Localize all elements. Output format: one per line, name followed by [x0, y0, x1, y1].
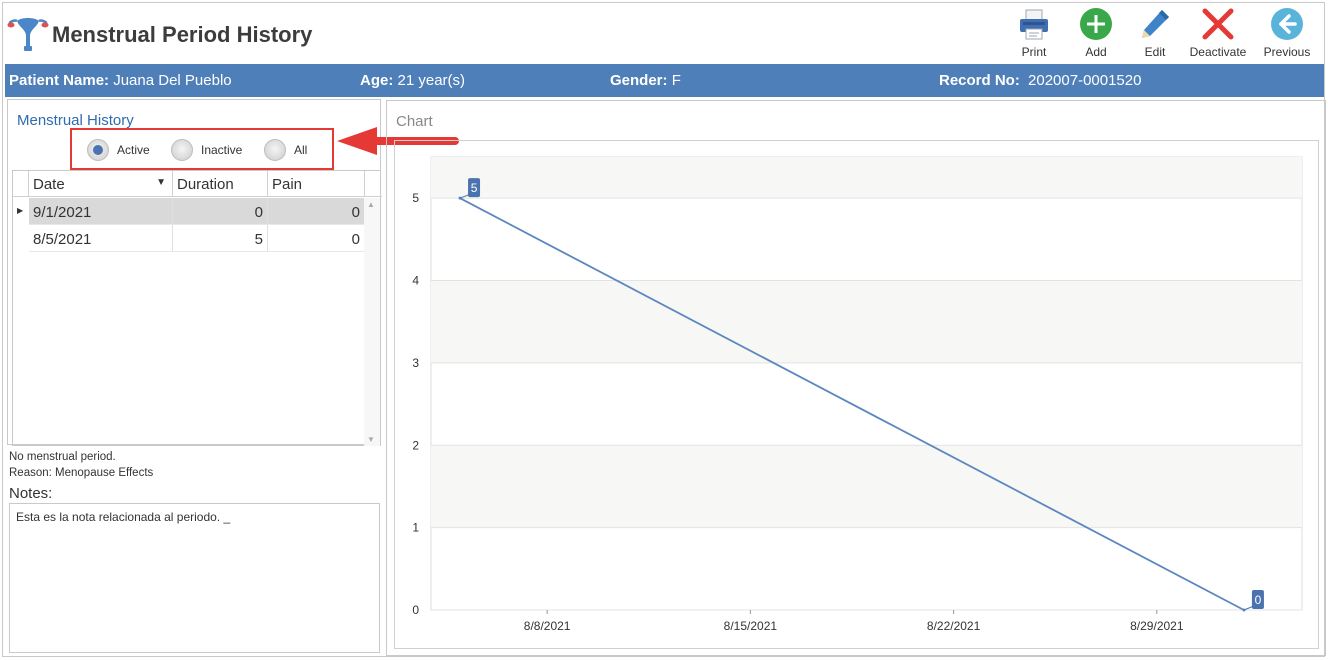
column-header-pain[interactable]: Pain	[268, 171, 365, 197]
grid-vertical-scrollbar[interactable]: ▲ ▼	[364, 198, 380, 446]
patient-age-label: Age:	[360, 72, 394, 89]
patient-gender-label: Gender:	[610, 72, 668, 89]
period-duration-line-chart: 0 1 2 3 4 5 8/8/2021 8/15/2021 8/22/2021 8/29/202…	[412, 156, 1303, 633]
history-title: Menstrual History	[17, 112, 134, 129]
app-window: Menstrual Period History Print Add Edit …	[2, 2, 1326, 657]
sort-dropdown-icon[interactable]: ▼	[156, 177, 166, 188]
notes-label: Notes:	[9, 485, 53, 502]
status-filter-radio-group: Active Inactive All	[70, 128, 334, 170]
radio-inactive-label: Inactive	[201, 143, 243, 157]
notes-textarea[interactable]: Esta es la nota relacionada al periodo. …	[9, 503, 380, 653]
previous-label: Previous	[1263, 45, 1311, 59]
data-label: 0	[1255, 593, 1262, 607]
uterus-logo-icon	[7, 18, 49, 51]
patient-name-field: Patient Name: Juana Del Pueblo	[9, 72, 232, 89]
title-bar: Menstrual Period History Print Add Edit …	[3, 3, 1324, 63]
radio-all[interactable]: All	[264, 139, 307, 161]
radio-inactive-dot	[171, 139, 193, 161]
y-tick-label: 0	[412, 603, 419, 617]
grid-band	[431, 280, 1302, 363]
table-row[interactable]: 8/5/2021 5 0	[13, 225, 365, 252]
radio-all-dot	[264, 139, 286, 161]
row-indicator-header	[13, 171, 29, 197]
reason-text: Reason: Menopause Effects	[9, 467, 154, 479]
cell-date[interactable]: 8/5/2021	[29, 225, 173, 252]
chart-panel-title: Chart	[396, 113, 433, 130]
current-row-indicator-icon: ▶	[17, 206, 24, 215]
page-title: Menstrual Period History	[52, 22, 313, 47]
column-header-date[interactable]: Date ▼	[29, 171, 173, 197]
scroll-down-icon[interactable]: ▼	[367, 435, 375, 444]
cell-date[interactable]: 9/1/2021	[29, 198, 173, 225]
patient-age-value: 21 year(s)	[397, 72, 466, 89]
radio-all-label: All	[294, 143, 308, 157]
grid-header: Date ▼ Duration Pain	[13, 171, 382, 197]
patient-gender-field: Gender: F	[610, 72, 681, 89]
radio-active-label: Active	[117, 143, 150, 157]
column-header-duration[interactable]: Duration	[173, 171, 268, 197]
history-group-box: Menstrual History Active Inactive All Da…	[7, 99, 382, 446]
column-header-date-label: Date	[33, 176, 65, 193]
deactivate-button[interactable]: Deactivate	[1183, 5, 1253, 61]
edit-label: Edit	[1144, 45, 1166, 59]
deactivate-label: Deactivate	[1189, 45, 1247, 59]
plot-area	[430, 156, 1303, 611]
cell-pain[interactable]: 0	[268, 225, 365, 252]
data-label: 5	[471, 181, 478, 195]
previous-button[interactable]: Previous	[1252, 5, 1322, 61]
patient-age-field: Age: 21 year(s)	[360, 72, 465, 89]
patient-info-bar: Patient Name: Juana Del Pueblo Age: 21 y…	[5, 64, 1324, 97]
radio-active[interactable]: Active	[87, 139, 150, 161]
printer-icon	[1020, 9, 1048, 40]
grid-band	[431, 157, 1302, 199]
red-x-icon	[1202, 8, 1234, 40]
print-button[interactable]: Print	[999, 5, 1069, 61]
edit-button[interactable]: Edit	[1120, 5, 1190, 61]
radio-inactive[interactable]: Inactive	[171, 139, 242, 161]
menstrual-status-text: No menstrual period.	[9, 451, 116, 463]
patient-name-label: Patient Name:	[9, 72, 110, 89]
cell-duration[interactable]: 0	[173, 198, 268, 225]
x-tick-label: 8/8/2021	[524, 619, 571, 633]
cell-pain[interactable]: 0	[268, 198, 365, 225]
history-grid: Date ▼ Duration Pain ▶ 9/1/2021 0 0 8/5/…	[12, 170, 382, 446]
plus-circle-icon	[1080, 8, 1112, 40]
chart-frame: 0 1 2 3 4 5 8/8/2021 8/15/2021 8/22/2021 8/29/202…	[394, 140, 1319, 649]
table-row[interactable]: ▶ 9/1/2021 0 0	[13, 198, 365, 225]
patient-name-value: Juana Del Pueblo	[113, 72, 232, 89]
menstrual-history-panel: Menstrual History Active Inactive All Da…	[7, 99, 382, 655]
radio-active-dot	[87, 139, 109, 161]
arrow-left-circle-icon	[1271, 8, 1303, 40]
y-tick-label: 1	[412, 521, 419, 535]
y-tick-label: 3	[412, 356, 419, 370]
pencil-icon	[1142, 10, 1169, 38]
record-number-field: Record No: 202007-0001520	[939, 72, 1141, 89]
x-tick-label: 8/29/2021	[1130, 619, 1184, 633]
x-tick-label: 8/15/2021	[724, 619, 778, 633]
record-number-value: 202007-0001520	[1028, 72, 1142, 89]
x-tick-label: 8/22/2021	[927, 619, 981, 633]
y-tick-label: 2	[412, 438, 419, 452]
y-tick-label: 5	[412, 191, 419, 205]
y-tick-label: 4	[412, 274, 419, 288]
grid-band	[431, 445, 1302, 528]
patient-gender-value: F	[671, 72, 681, 89]
cell-duration[interactable]: 5	[173, 225, 268, 252]
chart-panel: Chart 0 1 2 3 4 5 8/8/2021 8/15/2021 8/22/2021 8/…	[386, 100, 1326, 656]
scroll-up-icon[interactable]: ▲	[367, 200, 375, 209]
record-number-label: Record No:	[939, 72, 1020, 89]
print-label: Print	[1021, 45, 1047, 59]
